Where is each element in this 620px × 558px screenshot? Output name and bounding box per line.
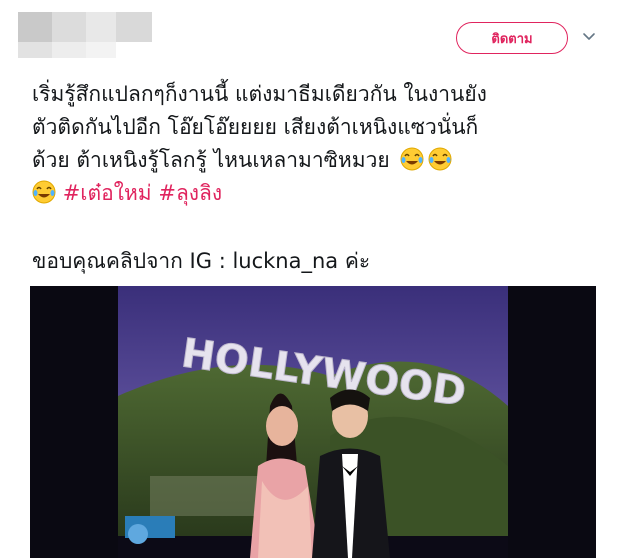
face-with-tears-of-joy-icon [428, 147, 452, 171]
tweet-line: เริ่มรู้สึกแปลกๆก็งานนี้ แต่งมาธีมเดียวก… [32, 82, 487, 106]
video-frame: HOLLYWOOD [30, 286, 596, 558]
blurred-user-info [18, 12, 178, 58]
hashtag-link[interactable]: #ลุงลิง [158, 181, 222, 205]
hashtag-line: #เต๋อใหม่ #ลุงลิง [32, 177, 602, 210]
follow-button[interactable]: ติดตาม [456, 22, 568, 54]
tweet-line-with-emoji: ด้วย ต้าเหนิงรู้โลกรู้ ไหนเหลามาซิหมวย [32, 144, 602, 177]
hashtag-link[interactable]: #เต๋อใหม่ [63, 181, 152, 205]
tweet-line: ตัวติดกันไปอีก โอ๊ยโอ๊ยยยย เสียงต้าเหนิง… [32, 115, 479, 139]
face-with-tears-of-joy-icon [400, 147, 424, 171]
face-with-tears-of-joy-icon [32, 180, 56, 204]
video-credit: ขอบคุณคลิปจาก IG : luckna_na ค่ะ [32, 249, 371, 273]
tweet-line: ด้วย ต้าเหนิงรู้โลกรู้ ไหนเหลามาซิหมวย [32, 148, 390, 172]
tweet-text: เริ่มรู้สึกแปลกๆก็งานนี้ แต่งมาธีมเดียวก… [32, 78, 602, 210]
chevron-down-icon[interactable] [580, 28, 598, 46]
video-player[interactable]: HOLLYWOOD [30, 286, 596, 558]
